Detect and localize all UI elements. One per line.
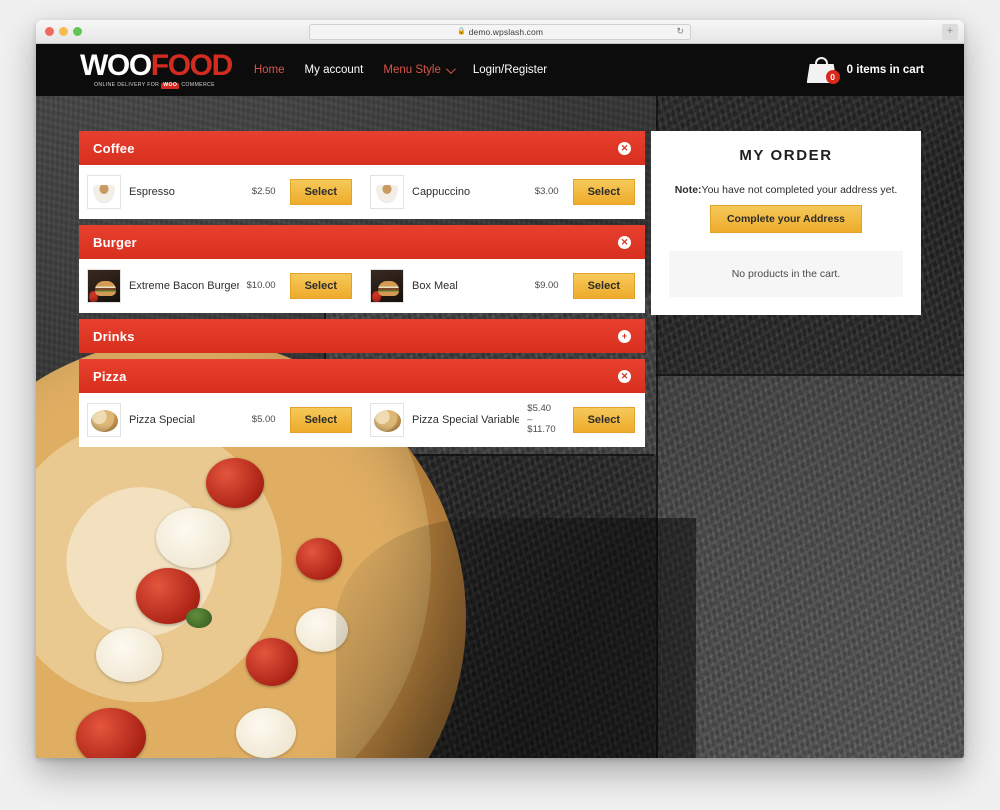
browser-toolbar: 🔒 demo.wpslash.com ↻ + [36,20,964,44]
close-circle-icon[interactable]: ✕ [618,141,631,155]
category-body-coffee: Espresso $2.50 Select Cappuccino $3.00 S… [79,165,645,219]
product-price: $2.50 [251,185,276,197]
category-header-coffee[interactable]: Coffee ✕ [79,131,645,165]
select-button[interactable]: Select [572,179,635,205]
logo-tagline: ONLINE DELIVERY FOR WOO COMMERCE [80,82,232,89]
product-price: $5.00 [251,413,276,425]
plus-circle-icon[interactable]: + [618,329,631,343]
logo-tagline-after: COMMERCE [181,82,215,89]
product-row[interactable]: Espresso $2.50 Select [79,171,362,213]
logo-woo-text: WOO [80,49,152,83]
photo-shadow [336,518,696,758]
panel-title: MY ORDER [739,147,833,164]
menu-column: Coffee ✕ Espresso $2.50 Select Cappuccin… [79,131,645,447]
page-viewport: WOOFOOD ONLINE DELIVERY FOR WOO COMMERCE… [36,44,964,758]
category-body-pizza: Pizza Special $5.00 Select Pizza Special… [79,393,645,447]
product-name: Espresso [129,186,175,198]
select-button[interactable]: Select [289,407,352,433]
product-row[interactable]: Pizza Special Variable $5.40 – $11.70 Se… [362,399,645,441]
site-header: WOOFOOD ONLINE DELIVERY FOR WOO COMMERCE… [36,44,964,96]
lock-icon: 🔒 [456,28,466,35]
select-button[interactable]: Select [572,273,635,299]
product-price: $10.00 [246,279,276,291]
select-button[interactable]: Select [289,179,352,205]
category-header-burger[interactable]: Burger ✕ [79,225,645,259]
product-name: Box Meal [412,280,458,292]
product-row[interactable]: Extreme Bacon Burger $10.00 Select [79,265,362,307]
product-price: $3.00 [534,185,559,197]
complete-address-button[interactable]: Complete your Address [709,205,863,233]
address-note-label: Note: [674,184,702,196]
address-bar[interactable]: 🔒 demo.wpslash.com ↻ [309,23,691,40]
site-logo[interactable]: WOOFOOD ONLINE DELIVERY FOR WOO COMMERCE [80,49,233,89]
product-row[interactable]: Pizza Special $5.00 Select [79,399,362,441]
nav-item-menu-style[interactable]: Menu Style [383,63,456,76]
tile-seam [656,374,964,376]
main-navigation: Home My account Menu Style Login/Registe… [254,63,547,76]
product-price: $5.40 – $11.70 [527,402,556,436]
minimize-window-button[interactable] [59,27,68,36]
close-window-button[interactable] [45,27,54,36]
empty-cart-message: No products in the cart. [669,251,903,297]
address-note-text: You have not completed your address yet. [701,184,898,196]
cart-count-badge: 0 [825,70,840,84]
maximize-window-button[interactable] [73,27,82,36]
my-order-panel: MY ORDER Note:You have not completed you… [651,131,921,315]
product-thumbnail [370,403,404,437]
nav-item-menu-style-label: Menu Style [383,64,441,76]
product-name: Pizza Special Variable [412,414,520,426]
cart-summary[interactable]: 0 0 items in cart [806,57,924,84]
category-title: Coffee [93,140,135,156]
product-thumbnail [370,175,404,209]
nav-item-my-account[interactable]: My account [305,64,364,76]
select-button[interactable]: Select [572,407,635,433]
product-name: Extreme Bacon Burger [129,280,239,292]
product-name: Cappuccino [412,186,471,198]
browser-window: 🔒 demo.wpslash.com ↻ + WOOFOOD ONLINE DE… [36,20,964,758]
shopping-bag-icon: 0 [806,57,840,84]
logo-food-text: FOOD [150,49,233,83]
window-controls[interactable] [36,27,82,36]
select-button[interactable]: Select [289,273,352,299]
cart-items-text: 0 items in cart [846,64,924,76]
reload-icon[interactable]: ↻ [676,27,684,36]
product-thumbnail [87,269,121,303]
product-thumbnail [370,269,404,303]
product-row[interactable]: Cappuccino $3.00 Select [362,171,645,213]
category-header-pizza[interactable]: Pizza ✕ [79,359,645,393]
logo-tagline-chip: WOO [161,82,180,89]
product-thumbnail [87,403,121,437]
category-body-burger: Extreme Bacon Burger $10.00 Select Box M… [79,259,645,313]
url-text: demo.wpslash.com [468,26,544,37]
category-title: Burger [93,234,137,250]
close-circle-icon[interactable]: ✕ [618,369,631,383]
bg-tile [658,376,964,758]
product-row[interactable]: Box Meal $9.00 Select [362,265,645,307]
product-thumbnail [87,175,121,209]
address-note: Note:You have not completed your address… [669,184,903,196]
chevron-down-icon [445,63,456,74]
nav-item-login-register-label: Login/Register [472,64,548,76]
close-circle-icon[interactable]: ✕ [618,235,631,249]
nav-item-home-label: Home [253,64,285,76]
category-title: Drinks [93,328,135,344]
logo-wordmark: WOOFOOD [80,49,233,83]
nav-item-login-register[interactable]: Login/Register [473,64,547,76]
nav-item-my-account-label: My account [304,64,364,76]
category-header-drinks[interactable]: Drinks + [79,319,645,353]
category-title: Pizza [93,368,127,384]
new-tab-button[interactable]: + [942,23,958,40]
logo-tagline-before: ONLINE DELIVERY FOR [94,82,160,89]
nav-item-home[interactable]: Home [254,64,285,76]
product-price: $9.00 [534,279,559,291]
product-name: Pizza Special [129,414,196,426]
